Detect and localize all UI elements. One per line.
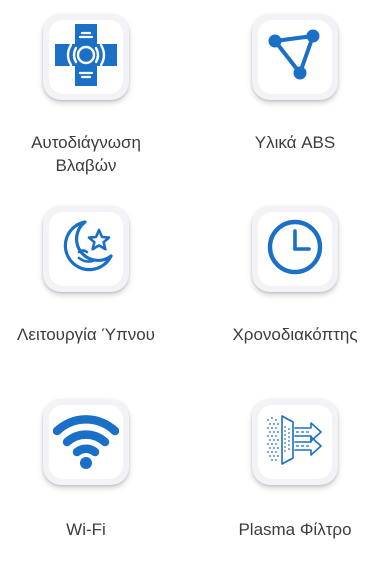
feature-label: Χρονοδιακόπτης <box>232 325 358 344</box>
sleep-moon-star-icon <box>55 216 117 283</box>
feature-label: Λειτουργία Ύπνου <box>17 325 155 344</box>
feature-label: Υλικά ABS <box>254 133 336 152</box>
feature-label: Wi-Fi <box>66 520 106 539</box>
abs-material-triangle-icon <box>265 25 325 90</box>
feature-tile <box>252 14 338 100</box>
plasma-filter-icon <box>263 408 327 477</box>
feature-tile <box>43 14 129 100</box>
feature-tile <box>43 399 129 485</box>
wifi-icon <box>52 409 120 476</box>
feature-tile <box>43 206 129 292</box>
timer-clock-icon <box>264 216 326 283</box>
feature-label: Αυτοδιάγνωση Βλαβών <box>31 133 141 175</box>
self-diagnosis-cross-icon <box>53 22 119 93</box>
feature-tile <box>252 206 338 292</box>
feature-tile <box>252 399 338 485</box>
feature-grid: Αυτοδιάγνωση Βλαβών Υλικά ABS Λειτουργία… <box>0 0 388 565</box>
feature-label: Plasma Φίλτρο <box>238 520 352 539</box>
